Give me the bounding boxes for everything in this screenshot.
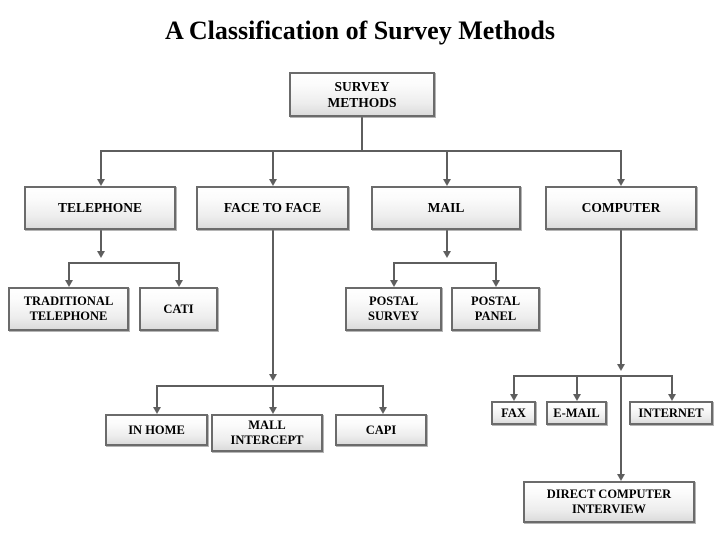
page-title: A Classification of Survey Methods [165,16,555,45]
connector-telephone-bus [68,262,180,264]
connector-root-stem [361,117,363,150]
node-direct-computer-interview[interactable]: DIRECT COMPUTER INTERVIEW [523,481,695,523]
arrowhead-face-to-face-to-in-home [153,407,161,414]
arrowhead-face-to-face-to-mall-intercept [269,407,277,414]
node-direct-computer-interview-line2: INTERVIEW [572,502,646,516]
connector-telephone-to-traditional [68,262,70,281]
node-mall-intercept-line1: MALL [248,418,286,433]
connector-computer-stem [620,230,622,367]
node-postal-survey[interactable]: POSTAL SURVEY [345,287,442,331]
node-fax-label: FAX [501,405,526,420]
node-capi-label: CAPI [365,422,397,437]
arrowhead-computer-to-fax [510,394,518,401]
connector-root-bus [100,150,622,152]
connector-computer-to-direct-interview [620,375,622,475]
arrowhead-computer-to-direct-interview [617,474,625,481]
node-telephone[interactable]: TELEPHONE [24,186,176,230]
node-postal-panel[interactable]: POSTAL PANEL [451,287,540,331]
arrowhead-computer-to-email [573,394,581,401]
arrowhead-mail-to-postal-survey [390,280,398,287]
arrowhead-root-to-mail [443,179,451,186]
connector-mail-to-postal-survey [393,262,395,281]
connector-computer-to-internet [671,375,673,395]
node-postal-panel-line1: POSTAL [470,294,521,309]
node-traditional-telephone-line1: TRADITIONAL [23,294,114,309]
connector-face-to-face-stem [272,230,274,377]
connector-mail-bus [393,262,497,264]
arrowhead-telephone-to-traditional [65,280,73,287]
node-computer[interactable]: COMPUTER [545,186,697,230]
node-mail[interactable]: MAIL [371,186,521,230]
node-email-label: E-MAIL [553,405,600,420]
node-postal-survey-line1: POSTAL [368,294,419,309]
node-direct-computer-interview-line1: DIRECT COMPUTER [546,487,672,502]
node-computer-label: COMPUTER [581,200,661,216]
connector-telephone-to-cati [178,262,180,281]
node-survey-methods-line1: SURVEY [334,78,390,94]
arrowhead-root-to-computer [617,179,625,186]
connector-root-to-computer [620,150,622,180]
connector-computer-bus [513,375,673,377]
node-survey-methods[interactable]: SURVEY METHODS [289,72,435,117]
arrowhead-telephone-junction [97,251,105,258]
arrowhead-root-to-telephone [97,179,105,186]
node-mail-label: MAIL [427,200,465,216]
node-face-to-face[interactable]: FACE TO FACE [196,186,349,230]
connector-computer-to-fax [513,375,515,395]
node-traditional-telephone[interactable]: TRADITIONAL TELEPHONE [8,287,129,331]
node-mall-intercept-line2: INTERCEPT [230,433,304,447]
node-cati-label: CATI [163,301,194,316]
connector-face-to-face-bus [156,385,384,387]
node-internet[interactable]: INTERNET [629,401,713,425]
node-telephone-label: TELEPHONE [57,200,143,216]
arrowhead-face-to-face-to-capi [379,407,387,414]
node-postal-panel-line2: PANEL [474,309,517,323]
arrowhead-computer-junction [617,364,625,371]
connector-root-to-telephone [100,150,102,180]
arrowhead-telephone-to-cati [175,280,183,287]
node-capi[interactable]: CAPI [335,414,427,446]
node-fax[interactable]: FAX [491,401,536,425]
connector-computer-to-email [576,375,578,395]
node-in-home[interactable]: IN HOME [105,414,208,446]
node-traditional-telephone-line2: TELEPHONE [29,309,108,323]
node-email[interactable]: E-MAIL [546,401,607,425]
arrowhead-root-to-face-to-face [269,179,277,186]
node-face-to-face-label: FACE TO FACE [223,200,322,216]
connector-root-to-mail [446,150,448,180]
connector-root-to-face-to-face [272,150,274,180]
node-survey-methods-line2: METHODS [327,94,397,110]
node-mall-intercept[interactable]: MALL INTERCEPT [211,414,323,452]
arrowhead-mail-to-postal-panel [492,280,500,287]
connector-face-to-face-to-mall-intercept [272,385,274,408]
arrowhead-mail-junction [443,251,451,258]
connector-mail-to-postal-panel [495,262,497,281]
connector-face-to-face-to-capi [382,385,384,408]
arrowhead-computer-to-internet [668,394,676,401]
node-in-home-label: IN HOME [128,422,185,437]
node-postal-survey-line2: SURVEY [368,309,419,323]
node-internet-label: INTERNET [638,405,704,420]
node-cati[interactable]: CATI [139,287,218,331]
connector-face-to-face-to-in-home [156,385,158,408]
arrowhead-face-to-face-junction [269,374,277,381]
